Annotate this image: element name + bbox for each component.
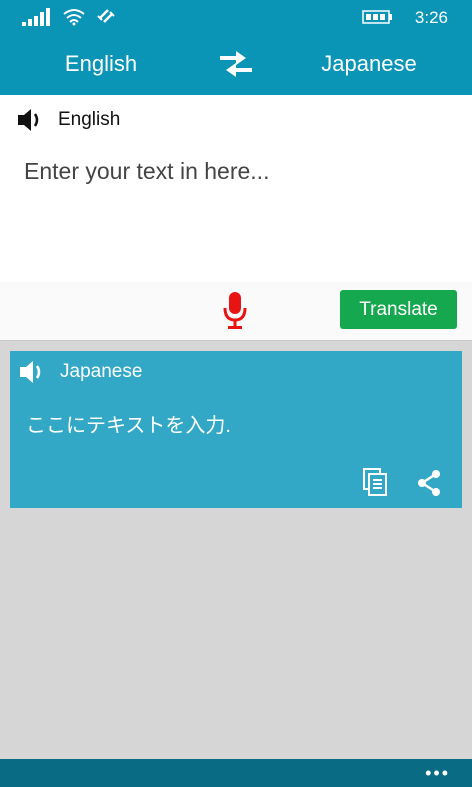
copy-icon[interactable] [362, 467, 388, 497]
swap-languages-icon[interactable] [216, 50, 256, 78]
speaker-icon[interactable] [16, 107, 44, 133]
source-text-input[interactable] [22, 150, 446, 192]
signal-strength-icon [22, 8, 50, 26]
target-language-label: Japanese [60, 361, 143, 382]
battery-charging-icon [362, 10, 392, 24]
microphone-icon[interactable] [223, 290, 247, 330]
speaker-icon[interactable] [18, 359, 46, 385]
target-language-button[interactable]: Japanese [268, 32, 470, 95]
wifi-icon [63, 9, 85, 26]
target-speaker-row: Japanese [18, 359, 142, 385]
language-bar: English Japanese [0, 32, 472, 95]
source-speaker-row: English [16, 107, 120, 133]
sync-icon [97, 9, 115, 23]
source-language-button[interactable]: English [0, 32, 202, 95]
more-options-button[interactable]: ••• [425, 763, 450, 784]
clock: 3:26 [414, 8, 448, 27]
translation-panel: Japanese ここにテキストを入力. [10, 351, 462, 508]
app-bar: ••• [0, 759, 472, 787]
share-icon[interactable] [415, 469, 443, 497]
source-language-label: English [58, 109, 121, 130]
status-bar: 3:26 [0, 0, 472, 32]
source-text-panel: English [0, 95, 472, 282]
status-icons [22, 6, 116, 26]
translate-button[interactable]: Translate [340, 290, 457, 329]
action-bar: Translate [0, 282, 472, 341]
translated-text: ここにテキストを入力. [26, 415, 231, 437]
